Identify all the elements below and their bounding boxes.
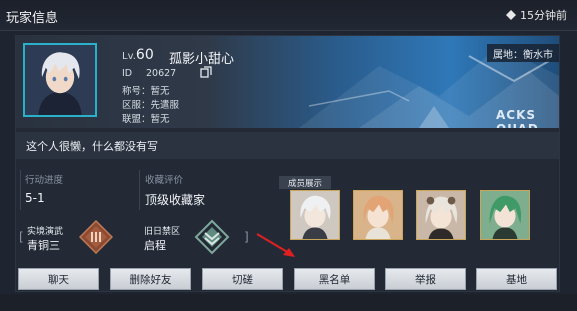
top-bar: 玩家信息 15分钟前 [0, 0, 577, 31]
progress-value: 5-1 [25, 191, 45, 205]
avatar-portrait [25, 45, 95, 115]
player-name: 孤影小甜心 [169, 52, 235, 67]
report-button[interactable]: 举报 [385, 268, 466, 290]
bottom-strip [0, 294, 577, 311]
divider [139, 170, 140, 210]
members-title: 成员展示 [279, 176, 331, 189]
zone-rank-icon [194, 219, 230, 255]
combat-value: 青铜三 [27, 239, 60, 252]
spar-button[interactable]: 切磋 [202, 268, 283, 290]
last-online-label: 15分钟前 [520, 9, 567, 22]
player-title-line: 称号：暂无 [122, 86, 170, 97]
region-tag: 属地：衡水市 [487, 44, 559, 62]
delete-friend-button[interactable]: 删除好友 [110, 268, 191, 290]
base-button[interactable]: 基地 [476, 268, 557, 290]
player-id: ID 20627 [122, 68, 176, 79]
progress-label: 行动进度 [25, 175, 64, 186]
bracket-left: [ [19, 230, 24, 244]
member-portrait-2[interactable] [353, 190, 403, 240]
member-portrait-3[interactable] [416, 190, 466, 240]
bracket-right: ] [244, 230, 249, 244]
page-title: 玩家信息 [6, 11, 59, 26]
zone-value: 启程 [144, 239, 166, 252]
zone-label: 旧日禁区 [144, 227, 181, 237]
collection-label: 收藏评价 [145, 175, 184, 186]
blacklist-button[interactable]: 黑名单 [294, 268, 375, 290]
id-label: ID [122, 68, 133, 79]
player-avatar[interactable] [23, 43, 97, 117]
player-bio: 这个人很懒，什么都没有写 [16, 132, 559, 159]
player-union-line: 联盟：暂无 [122, 114, 170, 125]
banner-text: ACKS QUAD [496, 108, 538, 128]
player-server-line: 区服：先遣服 [122, 100, 180, 111]
chat-button[interactable]: 聊天 [18, 268, 99, 290]
red-arrow-annotation [256, 233, 295, 257]
last-online: 15分钟前 [506, 7, 567, 23]
member-portrait-4[interactable] [480, 190, 530, 240]
copy-icon[interactable] [200, 66, 212, 78]
id-value: 20627 [146, 68, 177, 79]
diamond-icon [506, 10, 516, 20]
player-level: Lv.60 [122, 47, 154, 63]
combat-label: 实境演武 [27, 227, 64, 237]
level-value: 60 [135, 47, 154, 63]
collection-value: 顶级收藏家 [145, 193, 206, 207]
divider [20, 170, 21, 210]
bronze-rank-icon [79, 220, 113, 254]
profile-banner: ACKS QUAD 属地：衡水市 Lv.60 孤影小甜心 ID 20627 称号：… [16, 36, 559, 128]
